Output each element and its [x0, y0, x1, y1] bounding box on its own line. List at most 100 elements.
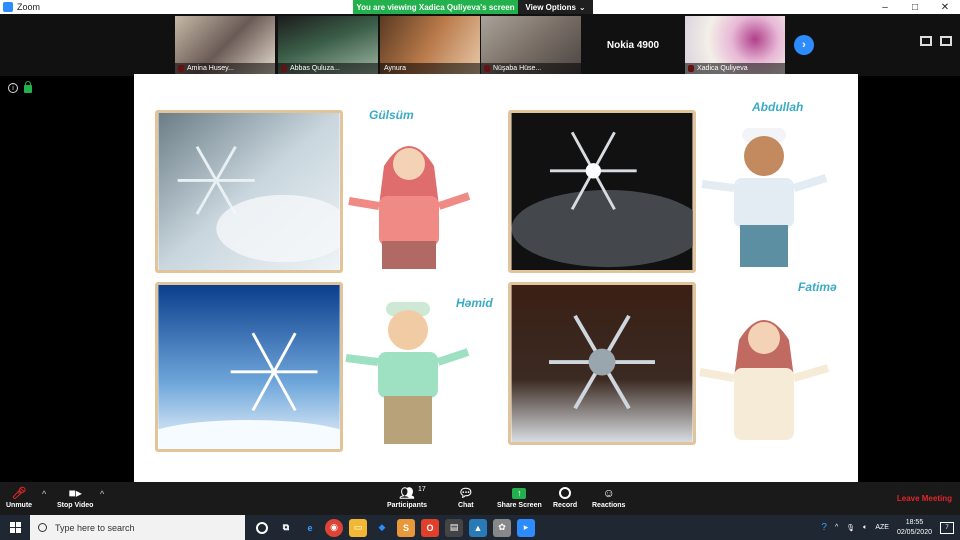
- participant-name: Nüşaba Hüse...: [481, 63, 581, 74]
- view-options-label: View Options: [525, 2, 576, 12]
- snowflake-image: [511, 285, 693, 442]
- boy-illustration: [701, 128, 828, 267]
- participants-icon: 👥︎: [399, 486, 415, 500]
- sticky-notes-icon[interactable]: ▤: [445, 518, 463, 537]
- task-view-icon[interactable]: ⧉: [277, 519, 295, 537]
- video-camera-icon: ■▸: [68, 486, 82, 500]
- window-title: Zoom: [17, 2, 41, 12]
- participant-strip: Amina Husey... Abbas Quluza... Aynura Nü…: [0, 14, 960, 76]
- participant-tile[interactable]: Amina Husey...: [175, 16, 275, 74]
- photos-icon[interactable]: ▲: [469, 518, 487, 537]
- unmute-button[interactable]: 🎤︎ Unmute: [6, 484, 32, 509]
- snowflake-image: [158, 113, 340, 270]
- participant-tile[interactable]: Aynura: [380, 16, 480, 74]
- help-icon[interactable]: ?: [821, 522, 827, 533]
- share-screen-label: Share Screen: [497, 502, 542, 509]
- smiley-icon: ☺: [602, 486, 615, 500]
- snowflake-photo: [508, 282, 696, 445]
- file-explorer-icon[interactable]: ▭: [349, 518, 367, 537]
- participant-name: Xadica Quliyeva: [685, 63, 785, 74]
- stop-video-label: Stop Video: [57, 502, 94, 509]
- chevron-up-icon[interactable]: ^: [835, 524, 838, 531]
- muted-mic-icon: 🎤︎: [11, 486, 27, 500]
- kid-name: Abdullah: [752, 100, 804, 114]
- reactions-label: Reactions: [592, 502, 626, 509]
- record-button[interactable]: Record: [553, 484, 577, 509]
- share-screen-icon: ↑: [512, 484, 527, 502]
- snowflake-image: [511, 113, 693, 270]
- participant-name: Abbas Quluza...: [278, 63, 378, 74]
- maximize-button[interactable]: □: [900, 0, 930, 14]
- share-screen-button[interactable]: ↑ Share Screen: [497, 484, 542, 509]
- stop-video-button[interactable]: ■▸ Stop Video: [57, 484, 93, 509]
- gallery-view-icon[interactable]: [920, 36, 932, 46]
- dropbox-icon[interactable]: ◆: [373, 519, 391, 537]
- zoom-taskbar-icon[interactable]: ▸: [517, 518, 535, 537]
- participant-tile[interactable]: Abbas Quluza...: [278, 16, 378, 74]
- zoom-logo-icon: [3, 2, 13, 12]
- microphone-icon[interactable]: 🎙︎: [846, 524, 855, 532]
- chevron-right-icon: ›: [802, 39, 806, 51]
- participant-tile[interactable]: Nüşaba Hüse...: [481, 16, 581, 74]
- screen-share-banner: You are viewing Xadica Quliyeva's screen: [353, 0, 518, 14]
- snowflake-photo: [508, 110, 696, 273]
- leave-meeting-button[interactable]: Leave Meeting: [897, 494, 952, 503]
- clock[interactable]: 18:55 02/05/2020: [897, 518, 932, 538]
- taskbar-apps: ⧉ e ◉ ▭ ◆ S O ▤ ▲ ✿ ▸: [253, 518, 535, 537]
- view-options-button[interactable]: View Options ⌄: [518, 0, 593, 14]
- snowflake-image: [158, 285, 340, 449]
- lock-icon[interactable]: [24, 81, 32, 93]
- search-input[interactable]: [55, 522, 225, 533]
- kid-name: Gülsüm: [369, 108, 414, 122]
- cortana-icon[interactable]: [256, 521, 268, 534]
- clock-time: 18:55: [905, 518, 924, 526]
- chat-bubble-icon: 💬︎: [458, 486, 474, 500]
- participant-name: Amina Husey...: [175, 63, 275, 74]
- record-icon: [559, 484, 572, 502]
- window-controls: – □ ✕: [870, 0, 960, 14]
- paint-icon[interactable]: ✿: [493, 518, 511, 537]
- chat-label: Chat: [458, 502, 474, 509]
- audio-options-caret[interactable]: ^: [42, 489, 46, 499]
- meeting-toolbar: 🎤︎ Unmute ^ ■▸ Stop Video ^ 👥︎ Participa…: [0, 482, 960, 515]
- snowflake-photo: [155, 282, 343, 452]
- next-page-button[interactable]: ›: [794, 35, 814, 55]
- participant-tile-active[interactable]: Xadica Quliyeva: [685, 16, 785, 74]
- chevron-down-icon: ⌄: [578, 2, 586, 12]
- windows-logo-icon: [9, 522, 21, 533]
- girl-illustration: [348, 146, 471, 269]
- shared-screen: Gülsüm Abdullah Həmid Fatimə: [134, 74, 858, 482]
- kid-name: Fatimə: [798, 280, 837, 294]
- reactions-button[interactable]: ☺ Reactions: [592, 484, 625, 509]
- title-bar: Zoom You are viewing Xadica Quliyeva's s…: [0, 0, 960, 14]
- windows-taskbar: ⧉ e ◉ ▭ ◆ S O ▤ ▲ ✿ ▸: [0, 515, 960, 540]
- search-icon: [38, 523, 47, 532]
- participant-name: Aynura: [380, 63, 480, 74]
- sway-icon[interactable]: S: [397, 518, 415, 537]
- volume-icon[interactable]: 🔈︎: [863, 524, 867, 532]
- chrome-icon[interactable]: ◉: [325, 518, 343, 537]
- record-label: Record: [553, 502, 578, 509]
- system-tray: ? ^ 🎙︎ 🔈︎ AZE 18:55 02/05/2020 7: [821, 515, 960, 540]
- taskbar-search[interactable]: [30, 515, 245, 540]
- edge-icon[interactable]: e: [301, 519, 319, 537]
- office-icon[interactable]: O: [421, 518, 439, 537]
- info-icon[interactable]: i: [8, 83, 18, 93]
- notifications-icon[interactable]: 7: [940, 521, 954, 534]
- zoom-window: Zoom You are viewing Xadica Quliyeva's s…: [0, 0, 960, 540]
- language-indicator[interactable]: AZE: [875, 524, 889, 531]
- participant-tile-nokia[interactable]: Nokia 4900: [583, 16, 683, 74]
- video-options-caret[interactable]: ^: [100, 489, 104, 499]
- boy-illustration: [345, 302, 470, 444]
- girl-illustration: [699, 320, 830, 440]
- meeting-info-area: i: [8, 81, 32, 93]
- minimize-button[interactable]: –: [870, 0, 900, 14]
- fullscreen-icon[interactable]: [940, 36, 952, 46]
- participants-count: 17: [418, 486, 426, 493]
- participants-label: Participants: [387, 502, 428, 509]
- unmute-label: Unmute: [6, 502, 33, 509]
- close-button[interactable]: ✕: [930, 0, 960, 14]
- snowflake-photo: [155, 110, 343, 273]
- start-button[interactable]: [0, 515, 30, 540]
- chat-button[interactable]: 💬︎ Chat: [458, 484, 474, 509]
